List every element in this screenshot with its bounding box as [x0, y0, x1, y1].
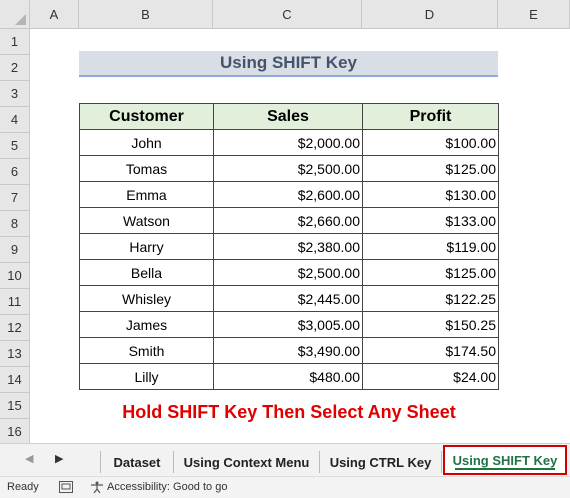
customer-cell[interactable]: Harry — [79, 233, 214, 260]
row-header-1[interactable]: 1 — [0, 29, 30, 55]
profit-cell[interactable]: $24.00 — [362, 363, 499, 390]
tab-using-shift-key-label: Using SHIFT Key — [452, 452, 558, 468]
table-row: John $2,000.00 $100.00 — [79, 129, 499, 156]
header-sales[interactable]: Sales — [213, 103, 363, 130]
column-header-b[interactable]: B — [79, 0, 213, 29]
customer-cell[interactable]: Emma — [79, 181, 214, 208]
profit-cell[interactable]: $125.00 — [362, 259, 499, 286]
sales-cell[interactable]: $3,490.00 — [213, 337, 363, 364]
status-ready: Ready — [7, 481, 39, 493]
column-header-c[interactable]: C — [213, 0, 362, 29]
row-header-12[interactable]: 12 — [0, 315, 30, 341]
table-row: Bella $2,500.00 $125.00 — [79, 259, 499, 286]
row-header-15[interactable]: 15 — [0, 393, 30, 419]
column-header-a[interactable]: A — [30, 0, 79, 29]
row-header-5[interactable]: 5 — [0, 133, 30, 159]
customer-cell[interactable]: John — [79, 129, 214, 156]
profit-cell[interactable]: $122.25 — [362, 285, 499, 312]
sales-cell[interactable]: $480.00 — [213, 363, 363, 390]
table-row: Smith $3,490.00 $174.50 — [79, 337, 499, 364]
table-header-row: Customer Sales Profit — [79, 103, 499, 130]
accessibility-icon — [91, 481, 103, 493]
tab-using-context-menu[interactable]: Using Context Menu — [174, 451, 320, 473]
column-header-d[interactable]: D — [362, 0, 498, 29]
table-row: James $3,005.00 $150.25 — [79, 311, 499, 338]
active-tab-underline — [455, 468, 555, 470]
row-header-13[interactable]: 13 — [0, 341, 30, 367]
tab-dataset[interactable]: Dataset — [100, 451, 174, 473]
sales-cell[interactable]: $2,445.00 — [213, 285, 363, 312]
customer-cell[interactable]: Bella — [79, 259, 214, 286]
sheet-title-cell[interactable]: Using SHIFT Key — [79, 51, 498, 77]
row-header-3[interactable]: 3 — [0, 81, 30, 107]
accessibility-label: Accessibility: Good to go — [107, 481, 228, 493]
data-table: Customer Sales Profit John $2,000.00 $10… — [79, 103, 499, 390]
sales-cell[interactable]: $2,000.00 — [213, 129, 363, 156]
customer-cell[interactable]: James — [79, 311, 214, 338]
table-row: Tomas $2,500.00 $125.00 — [79, 155, 499, 182]
customer-cell[interactable]: Whisley — [79, 285, 214, 312]
tab-using-shift-key[interactable]: Using SHIFT Key — [443, 445, 567, 475]
select-all-button[interactable] — [0, 0, 30, 29]
row-header-4[interactable]: 4 — [0, 107, 30, 133]
row-header-16[interactable]: 16 — [0, 419, 30, 443]
header-customer[interactable]: Customer — [79, 103, 214, 130]
profit-cell[interactable]: $150.25 — [362, 311, 499, 338]
table-row: Watson $2,660.00 $133.00 — [79, 207, 499, 234]
accessibility-status[interactable]: Accessibility: Good to go — [90, 481, 227, 493]
customer-cell[interactable]: Watson — [79, 207, 214, 234]
table-row: Harry $2,380.00 $119.00 — [79, 233, 499, 260]
next-sheet-icon[interactable]: ▶ — [55, 452, 63, 465]
sales-cell[interactable]: $2,600.00 — [213, 181, 363, 208]
row-header-9[interactable]: 9 — [0, 237, 30, 263]
select-all-triangle — [15, 14, 26, 25]
row-header-14[interactable]: 14 — [0, 367, 30, 393]
table-row: Emma $2,600.00 $130.00 — [79, 181, 499, 208]
row-header-7[interactable]: 7 — [0, 185, 30, 211]
prev-sheet-icon[interactable]: ◀ — [25, 452, 33, 465]
macro-recording-icon[interactable] — [59, 481, 73, 493]
profit-cell[interactable]: $119.00 — [362, 233, 499, 260]
profit-cell[interactable]: $133.00 — [362, 207, 499, 234]
row-header-10[interactable]: 10 — [0, 263, 30, 289]
sales-cell[interactable]: $2,500.00 — [213, 259, 363, 286]
header-profit[interactable]: Profit — [362, 103, 499, 130]
row-header-2[interactable]: 2 — [0, 55, 30, 81]
profit-cell[interactable]: $100.00 — [362, 129, 499, 156]
spreadsheet-grid[interactable]: A B C D E 1 2 3 4 5 6 7 8 9 10 11 12 13 … — [0, 0, 570, 443]
sales-cell[interactable]: $2,380.00 — [213, 233, 363, 260]
sales-cell[interactable]: $2,500.00 — [213, 155, 363, 182]
customer-cell[interactable]: Tomas — [79, 155, 214, 182]
column-header-e[interactable]: E — [498, 0, 570, 29]
profit-cell[interactable]: $125.00 — [362, 155, 499, 182]
profit-cell[interactable]: $174.50 — [362, 337, 499, 364]
sales-cell[interactable]: $3,005.00 — [213, 311, 363, 338]
sales-cell[interactable]: $2,660.00 — [213, 207, 363, 234]
customer-cell[interactable]: Lilly — [79, 363, 214, 390]
row-header-6[interactable]: 6 — [0, 159, 30, 185]
instruction-note[interactable]: Hold SHIFT Key Then Select Any Sheet — [79, 402, 499, 423]
profit-cell[interactable]: $130.00 — [362, 181, 499, 208]
row-header-8[interactable]: 8 — [0, 211, 30, 237]
sheet-tab-bar: ◀ ▶ Dataset Using Context Menu Using CTR… — [0, 443, 570, 476]
table-row: Lilly $480.00 $24.00 — [79, 363, 499, 390]
status-bar: Ready Accessibility: Good to go — [0, 476, 570, 498]
table-row: Whisley $2,445.00 $122.25 — [79, 285, 499, 312]
tab-using-ctrl-key[interactable]: Using CTRL Key — [320, 451, 442, 473]
customer-cell[interactable]: Smith — [79, 337, 214, 364]
row-header-11[interactable]: 11 — [0, 289, 30, 315]
